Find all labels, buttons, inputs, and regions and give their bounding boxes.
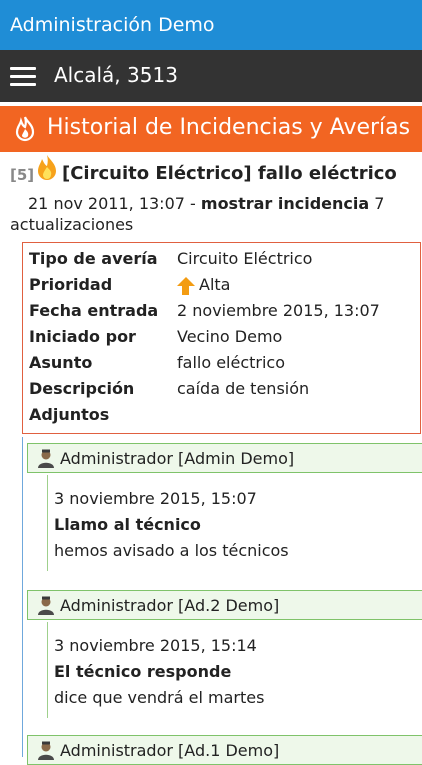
section-title: Historial de Incidencias y Averías (47, 115, 411, 140)
update-author: Administrador [Admin Demo] (60, 449, 295, 468)
update-text: hemos avisado a los técnicos (54, 541, 289, 560)
detail-key: Tipo de avería (29, 249, 158, 268)
hamburger-icon[interactable] (10, 67, 36, 86)
detail-value: Vecino Demo (177, 327, 283, 346)
detail-key: Asunto (29, 353, 93, 372)
fire-icon (38, 155, 56, 180)
detail-value: 2 noviembre 2015, 13:07 (177, 301, 380, 320)
update-subject: El técnico responde (54, 662, 232, 681)
updates-list: Administrador [Admin Demo] 3 noviembre 2… (22, 437, 422, 765)
update-date: 3 noviembre 2015, 15:14 (54, 636, 257, 655)
update-header: Administrador [Ad.1 Demo] (27, 735, 422, 765)
update-header: Administrador [Admin Demo] (27, 443, 422, 473)
update-body: 3 noviembre 2015, 15:07 Llamo al técnico… (47, 475, 422, 571)
admin-avatar-icon (38, 596, 54, 615)
detail-value: fallo eléctrico (177, 353, 286, 372)
update-text: dice que vendrá el martes (54, 688, 265, 707)
detail-key: Descripción (29, 379, 135, 398)
incident-number: [5] (10, 166, 35, 184)
update-body: 3 noviembre 2015, 15:14 El técnico respo… (47, 622, 422, 718)
show-incident-link[interactable]: mostrar incidencia (201, 194, 369, 213)
status-bar: Administración Demo (0, 0, 422, 50)
incident-date: 21 nov 2011, 13:07 - (28, 194, 196, 213)
app-bar: Alcalá, 3513 (0, 50, 422, 102)
update-author: Administrador [Ad.1 Demo] (60, 741, 280, 760)
update-author: Administrador [Ad.2 Demo] (60, 596, 280, 615)
app-bar-title: Alcalá, 3513 (54, 63, 178, 87)
updates-count: 7 (374, 194, 385, 213)
admin-avatar-icon (38, 741, 54, 760)
updates-label: actualizaciones (10, 215, 134, 234)
detail-key: Prioridad (29, 275, 113, 294)
admin-avatar-icon (38, 449, 54, 468)
detail-value: Circuito Eléctrico (177, 249, 313, 268)
incident-header: [5] [Circuito Eléctrico] fallo eléctrico (10, 155, 422, 190)
detail-key: Iniciado por (29, 327, 136, 346)
detail-value: caída de tensión (177, 379, 310, 398)
incident-title: [Circuito Eléctrico] fallo eléctrico (62, 163, 397, 184)
arrow-up-icon (177, 276, 195, 295)
detail-key: Adjuntos (29, 405, 110, 424)
update-date: 3 noviembre 2015, 15:07 (54, 489, 257, 508)
status-bar-title: Administración Demo (10, 14, 215, 36)
incident-meta: 21 nov 2011, 13:07 - mostrar incidencia … (10, 193, 415, 235)
fire-icon (15, 116, 35, 142)
update-subject: Llamo al técnico (54, 515, 201, 534)
incident-details: Tipo de avería Circuito Eléctrico Priori… (22, 242, 421, 434)
detail-key: Fecha entrada (29, 301, 159, 320)
update-header: Administrador [Ad.2 Demo] (27, 590, 422, 620)
detail-value: Alta (199, 275, 231, 294)
section-header: Historial de Incidencias y Averías (0, 106, 422, 152)
